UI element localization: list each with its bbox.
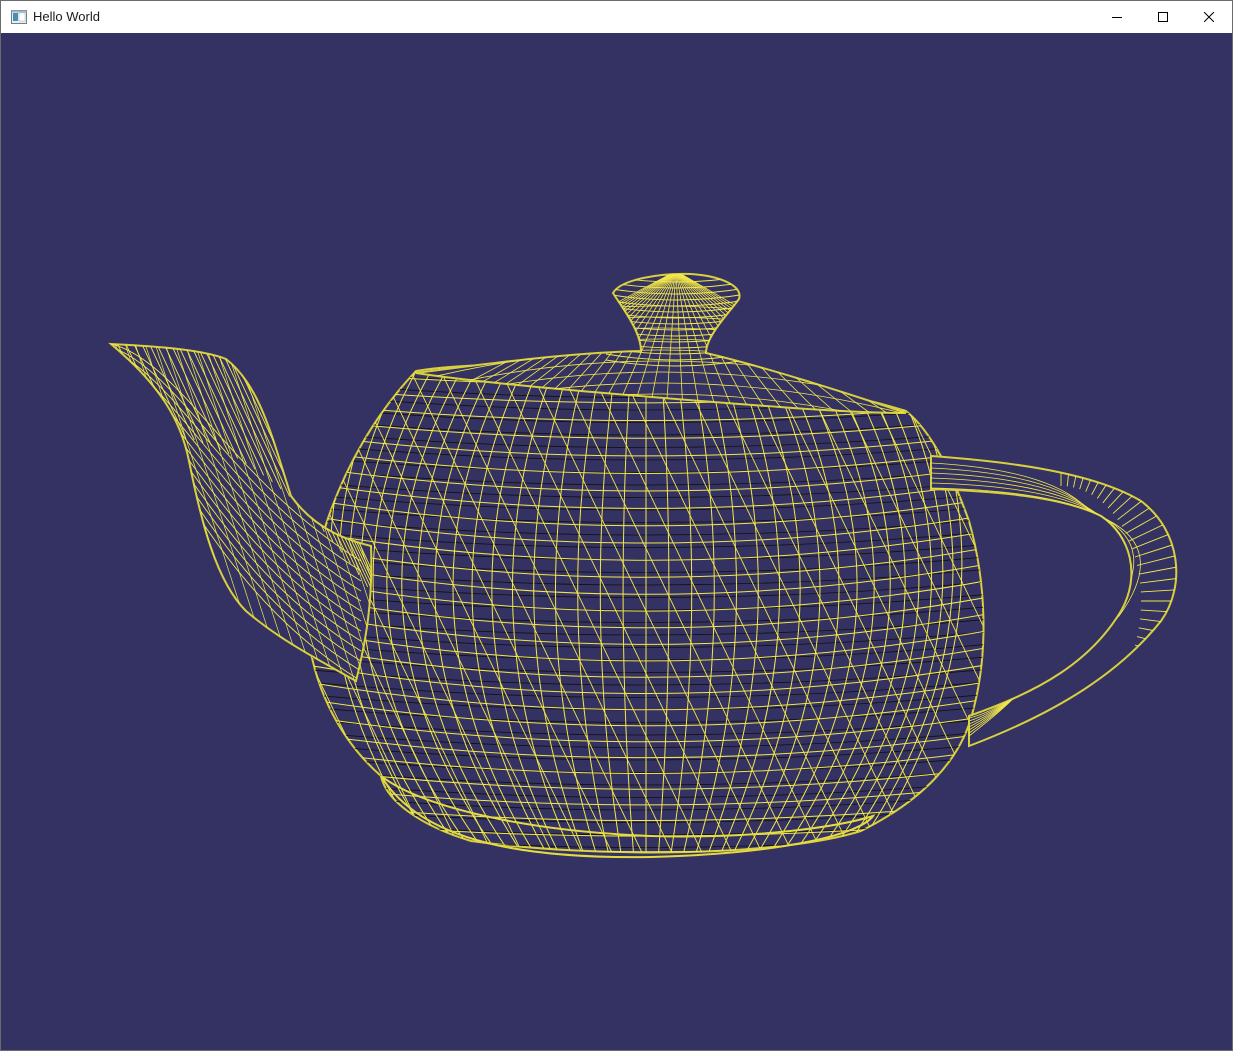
handle-ring-wire [1079, 712, 1091, 746]
app-window: Hello World [0, 0, 1233, 1051]
body-diagonal-wire [1, 361, 166, 861]
handle-ring-wire [1102, 698, 1127, 730]
body-diagonal-wire [1216, 361, 1232, 861]
handle-ring-wire [1073, 714, 1081, 746]
window-controls [1094, 1, 1232, 33]
handle-ring-wire [1129, 660, 1168, 680]
render-viewport[interactable] [1, 33, 1232, 1050]
body-back-wire [301, 857, 991, 873]
handle-ring-wire [1107, 693, 1135, 723]
handle-ring-wire [1125, 668, 1163, 690]
minimize-icon [1112, 17, 1122, 18]
handle-ring-wire [1121, 675, 1157, 699]
close-icon [1204, 12, 1214, 22]
body-diagonal-wire [1, 361, 196, 861]
handle-ring-wire [1112, 688, 1143, 716]
body-diagonal-wire [1186, 361, 1232, 861]
handle-ring-wire [1085, 710, 1101, 744]
body-back-wire [301, 869, 991, 885]
body-diagonal-wire [975, 364, 984, 853]
handle-ring-wire [1132, 652, 1173, 670]
window-title: Hello World [33, 9, 100, 24]
close-button[interactable] [1186, 1, 1232, 33]
application-window-icon[interactable] [11, 9, 27, 25]
teapot-wireframe [1, 272, 1232, 885]
body-diagonal-wire [1006, 361, 1232, 861]
handle-ring-wire [1134, 644, 1177, 659]
title-bar[interactable]: Hello World [1, 1, 1232, 33]
minimize-button[interactable] [1094, 1, 1140, 33]
handle-ring-wire [1117, 681, 1150, 708]
maximize-button[interactable] [1140, 1, 1186, 33]
handle-ring-wire [1091, 707, 1110, 740]
maximize-icon [1158, 12, 1168, 22]
handle-ring-wire [1066, 715, 1072, 746]
handle-ring-wire [1096, 703, 1119, 735]
